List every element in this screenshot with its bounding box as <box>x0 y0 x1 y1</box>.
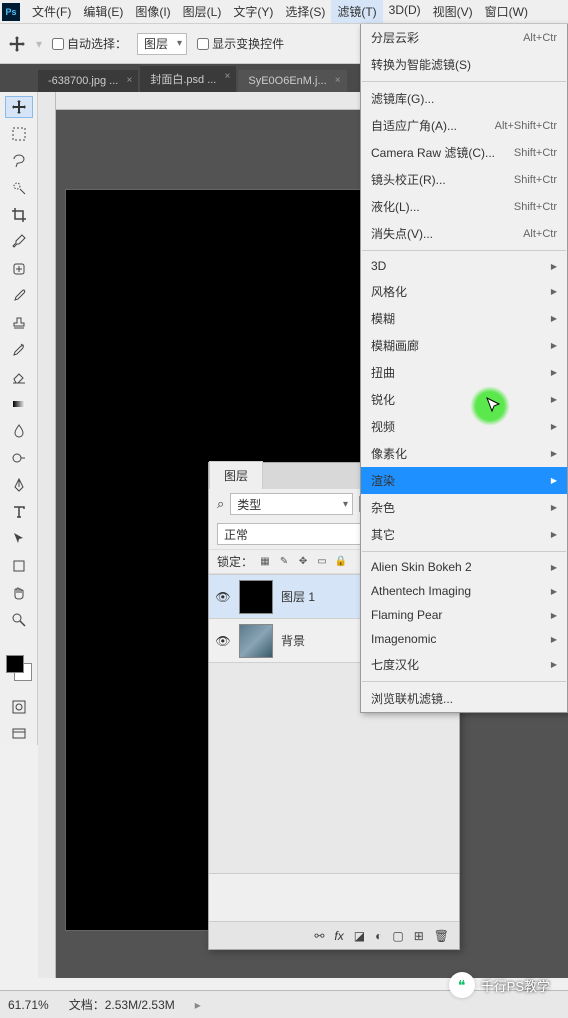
move-tool[interactable] <box>5 96 33 118</box>
show-transform-checkbox[interactable]: 显示变换控件 <box>197 35 284 52</box>
document-tab[interactable]: SyE0O6EnM.j...× <box>238 70 346 92</box>
link-layers-icon[interactable]: ⚯ <box>314 929 324 943</box>
menu-9[interactable]: 窗口(W) <box>479 0 534 23</box>
watermark: ❝ 千行PS教学 <box>449 972 550 998</box>
filter-menu-item[interactable]: 锐化▶ <box>361 386 567 413</box>
healing-tool[interactable] <box>5 258 33 280</box>
shape-tool[interactable] <box>5 555 33 577</box>
wechat-icon: ❝ <box>449 972 475 998</box>
filter-menu-item[interactable]: 转换为智能滤镜(S) <box>361 51 567 78</box>
lock-position-icon[interactable]: ✥ <box>296 555 310 569</box>
filter-menu-item[interactable]: Alien Skin Bokeh 2▶ <box>361 555 567 579</box>
filter-menu-item[interactable]: 七度汉化▶ <box>361 651 567 678</box>
stamp-tool[interactable] <box>5 312 33 334</box>
quick-mask-toggle[interactable] <box>5 696 33 718</box>
layer-thumbnail[interactable] <box>239 624 273 658</box>
layers-panel-footer: ⚯ fx ◪ ◐ ▢ ⊞ 🗑 <box>209 921 459 949</box>
dodge-tool[interactable] <box>5 447 33 469</box>
type-tool[interactable] <box>5 501 33 523</box>
crop-tool[interactable] <box>5 204 33 226</box>
marquee-tool[interactable] <box>5 123 33 145</box>
menu-7[interactable]: 3D(D) <box>383 0 427 23</box>
menu-4[interactable]: 文字(Y) <box>227 0 279 23</box>
document-tab[interactable]: 封面白.psd ...× <box>140 66 236 92</box>
group-icon[interactable]: ▢ <box>392 929 403 943</box>
layers-tab[interactable]: 图层 <box>209 461 263 489</box>
layer-thumbnail[interactable] <box>239 580 273 614</box>
quick-select-tool[interactable] <box>5 177 33 199</box>
filter-menu-item[interactable]: 其它▶ <box>361 521 567 548</box>
hand-tool[interactable] <box>5 582 33 604</box>
visibility-icon[interactable]: 👁 <box>215 634 231 648</box>
lock-pixels-icon[interactable]: ▦ <box>258 555 272 569</box>
filter-menu-item[interactable]: 扭曲▶ <box>361 359 567 386</box>
close-icon[interactable]: × <box>225 71 231 82</box>
lasso-tool[interactable] <box>5 150 33 172</box>
filter-menu-item[interactable]: 模糊画廊▶ <box>361 332 567 359</box>
search-icon: ⌕ <box>217 496 224 512</box>
delete-layer-icon[interactable]: 🗑 <box>434 929 449 943</box>
filter-menu-item[interactable]: Camera Raw 滤镜(C)...Shift+Ctr <box>361 139 567 166</box>
divider: ▾ <box>36 37 42 51</box>
filter-menu-item[interactable]: 滤镜库(G)... <box>361 85 567 112</box>
adjustment-layer-icon[interactable]: ◐ <box>375 929 382 943</box>
layer-mask-icon[interactable]: ◪ <box>354 929 365 943</box>
path-select-tool[interactable] <box>5 528 33 550</box>
filter-menu-item[interactable]: 3D▶ <box>361 254 567 278</box>
menu-0[interactable]: 文件(F) <box>26 0 77 23</box>
menu-1[interactable]: 编辑(E) <box>77 0 129 23</box>
brush-tool[interactable] <box>5 285 33 307</box>
lock-all-icon[interactable]: 🔒 <box>334 555 348 569</box>
filter-menu-item[interactable]: 模糊▶ <box>361 305 567 332</box>
layer-filter-kind[interactable]: 类型 <box>230 493 353 515</box>
filter-menu-item[interactable]: 像素化▶ <box>361 440 567 467</box>
eyedropper-tool[interactable] <box>5 231 33 253</box>
toolbox <box>0 92 38 745</box>
history-brush-tool[interactable] <box>5 339 33 361</box>
ruler-vertical <box>38 92 56 978</box>
filter-menu-item[interactable]: 液化(L)...Shift+Ctr <box>361 193 567 220</box>
menu-5[interactable]: 选择(S) <box>279 0 331 23</box>
auto-select-target[interactable]: 图层 <box>137 33 187 55</box>
ps-logo: Ps <box>2 3 20 21</box>
pen-tool[interactable] <box>5 474 33 496</box>
close-icon[interactable]: × <box>335 75 341 86</box>
zoom-level[interactable]: 61.71% <box>8 998 49 1012</box>
menu-6[interactable]: 滤镜(T) <box>331 0 382 23</box>
filter-menu-item[interactable]: Imagenomic▶ <box>361 627 567 651</box>
lock-paint-icon[interactable]: ✎ <box>277 555 291 569</box>
menubar: Ps 文件(F)编辑(E)图像(I)图层(L)文字(Y)选择(S)滤镜(T)3D… <box>0 0 568 24</box>
menu-8[interactable]: 视图(V) <box>427 0 479 23</box>
screen-mode-toggle[interactable] <box>5 723 33 745</box>
eraser-tool[interactable] <box>5 366 33 388</box>
filter-menu-item[interactable]: 浏览联机滤镜... <box>361 685 567 712</box>
doc-size: 文档：2.53M/2.53M <box>69 996 175 1013</box>
document-tab[interactable]: -638700.jpg ...× <box>38 70 138 92</box>
new-layer-icon[interactable]: ⊞ <box>414 929 424 943</box>
chevron-right-icon[interactable]: ▸ <box>195 998 201 1012</box>
filter-menu-item[interactable]: 分层云彩Alt+Ctr <box>361 24 567 51</box>
move-tool-icon <box>8 35 26 53</box>
gradient-tool[interactable] <box>5 393 33 415</box>
filter-menu-item[interactable]: 自适应广角(A)...Alt+Shift+Ctr <box>361 112 567 139</box>
close-icon[interactable]: × <box>127 75 133 86</box>
filter-menu-item[interactable]: Flaming Pear▶ <box>361 603 567 627</box>
lock-artboard-icon[interactable]: ▭ <box>315 555 329 569</box>
menu-3[interactable]: 图层(L) <box>177 0 228 23</box>
visibility-icon[interactable]: 👁 <box>215 590 231 604</box>
filter-menu-item[interactable]: Athentech Imaging▶ <box>361 579 567 603</box>
filter-menu-item[interactable]: 风格化▶ <box>361 278 567 305</box>
filter-menu-item[interactable]: 杂色▶ <box>361 494 567 521</box>
zoom-tool[interactable] <box>5 609 33 631</box>
filter-menu-item[interactable]: 渲染▶ <box>361 467 567 494</box>
fx-icon[interactable]: fx <box>334 929 343 943</box>
filter-menu-item[interactable]: 消失点(V)...Alt+Ctr <box>361 220 567 247</box>
filter-menu-item[interactable]: 视频▶ <box>361 413 567 440</box>
color-swatches[interactable] <box>6 655 32 681</box>
menu-2[interactable]: 图像(I) <box>129 0 176 23</box>
filter-menu-dropdown: 分层云彩Alt+Ctr转换为智能滤镜(S) 滤镜库(G)...自适应广角(A)..… <box>360 24 568 713</box>
blur-tool[interactable] <box>5 420 33 442</box>
auto-select-checkbox[interactable]: 自动选择： <box>52 35 127 52</box>
filter-menu-item[interactable]: 镜头校正(R)...Shift+Ctr <box>361 166 567 193</box>
